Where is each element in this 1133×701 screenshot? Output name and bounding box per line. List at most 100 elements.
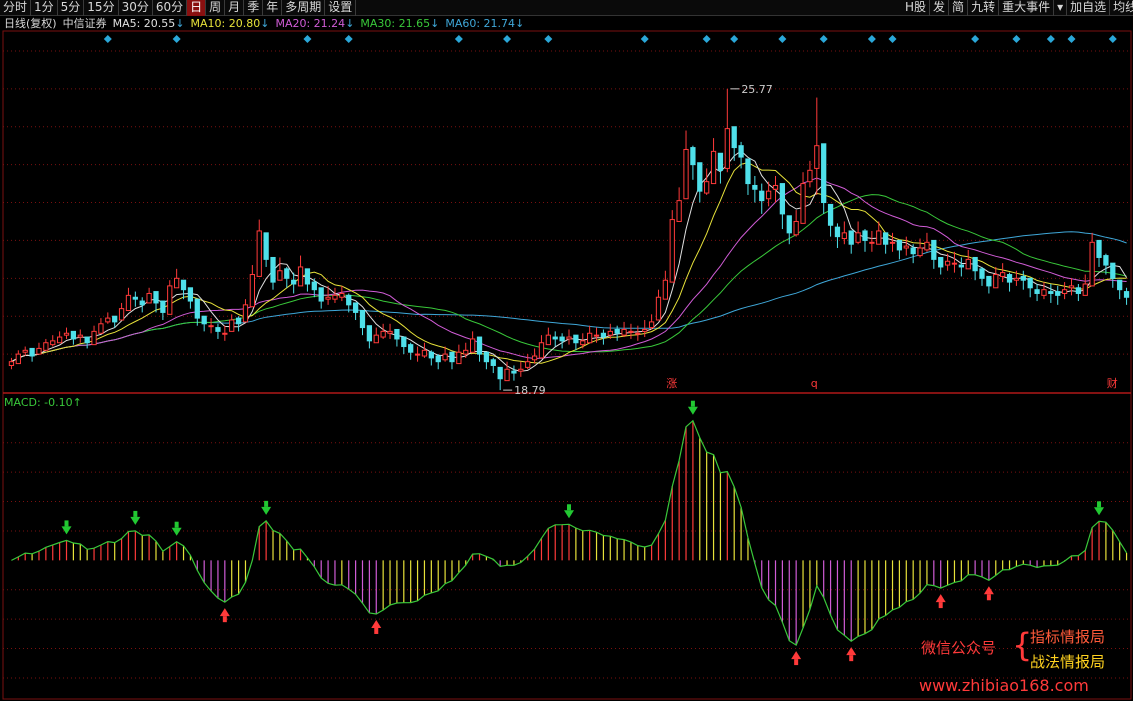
function-tab[interactable]: H股 [902,0,931,16]
period-tab[interactable]: 30分 [119,0,153,16]
ma60-arrow: ↓ [515,17,525,30]
candle-body [628,330,634,333]
candle-body [469,338,476,353]
candle-body [284,268,290,279]
buy-arrow [791,651,802,660]
candle-body [332,294,338,300]
signal-diamond [1046,35,1055,43]
candle-body [318,287,324,302]
buy-arrow-stem [222,616,227,623]
candle-body [208,325,214,328]
candle-body [339,292,345,298]
sell-arrow [564,510,574,519]
period-tab[interactable]: 周 [206,0,226,16]
candle-body [29,347,35,357]
candle-body [15,353,21,365]
signal-diamond [103,35,112,43]
candle-body [504,368,510,382]
ma30-arrow: ↓ [430,17,440,30]
buy-arrow-stem [986,594,991,601]
macd-label: MACD: -0.10↑ [4,396,82,409]
period-tab[interactable]: 设置 [325,0,357,16]
candle-body [1110,262,1116,279]
candle-body [1034,289,1040,294]
function-tab[interactable]: 发 [930,0,950,16]
candle-body [869,241,875,244]
buy-arrow-stem [938,602,943,609]
candle-body [180,279,187,291]
candle-body [242,304,249,323]
candle-body [697,162,703,192]
candle-body [821,143,827,204]
period-tab[interactable]: 5分 [58,0,85,16]
buy-arrow [219,608,230,617]
period-tab[interactable]: 年 [263,0,283,16]
period-tab[interactable]: 分时 [0,0,32,16]
period-tab[interactable]: 60分 [153,0,188,16]
period-tab[interactable]: 月 [225,0,245,16]
period-tab[interactable]: 日 [187,0,207,16]
candle-body [1055,291,1061,296]
function-tab[interactable]: 简 [949,0,969,16]
signal-diamond [303,35,312,43]
candle-body [222,332,228,335]
function-tab[interactable]: 九转 [968,0,1000,16]
candle-body [731,126,737,149]
candle-body [986,275,992,287]
signal-diamond [702,35,711,43]
candle-body [463,349,469,355]
candle-body [63,332,70,336]
candle-body [642,328,648,332]
signal-diamond [888,35,897,43]
sell-arrow [687,406,698,415]
candle-body [1013,277,1020,281]
candle-body [249,274,255,308]
period-label: 日线(复权) [4,17,57,30]
buy-arrow [371,619,382,628]
candle-body [359,310,366,329]
candle-body [22,349,28,353]
candle-body [903,245,909,249]
buy-arrow [935,594,946,603]
function-tab[interactable]: 加自选 [1067,0,1111,16]
signal-diamond [544,35,553,43]
candle-body [215,327,221,332]
function-tab[interactable]: ▾ [1054,0,1068,16]
period-tabs: 分时 1分 5分 15分 30分 60分日周月季年多周期 设置 [0,0,357,16]
candle-body [414,353,421,356]
period-toolbar: 分时 1分 5分 15分 30分 60分日周月季年多周期 设置 H股发简九转 重大事件 ▾ 加自选… [0,0,1133,16]
period-tab[interactable]: 1分 [31,0,58,16]
candle-body [848,230,854,245]
sell-arrow-stem [174,521,179,528]
candle-body [1000,272,1006,277]
ma20-value: MA20: 21.24↓ [275,17,354,31]
candle-body [346,294,352,306]
sell-arrow [61,526,72,535]
candle-body [931,239,937,260]
candle-body [125,294,132,312]
candle-body [1123,291,1130,298]
buy-arrow [983,586,994,595]
candle-body [855,232,861,243]
period-tab[interactable]: 15分 [84,0,119,16]
period-tab[interactable]: 季 [244,0,264,16]
stock-name[interactable]: 中信证券 [63,17,107,31]
candle-body [1103,255,1109,266]
candle-body [483,351,490,363]
ma10-arrow: ↓ [260,17,270,30]
function-tab[interactable]: 均线 [1110,0,1133,16]
candle-body [132,296,138,300]
candle-body [669,219,675,283]
candle-body [724,128,730,169]
candle-body [235,317,242,325]
candle-body [112,315,118,323]
function-tab[interactable]: 重大事件 [999,0,1055,16]
candle-body [648,321,655,329]
candle-body [710,150,717,185]
candle-body [256,230,262,277]
buy-arrow-stem [374,627,379,634]
candle-body [421,349,428,357]
period-tab[interactable]: 多周期 [282,0,326,16]
signal-diamond [819,35,828,43]
candle-body [607,330,613,336]
